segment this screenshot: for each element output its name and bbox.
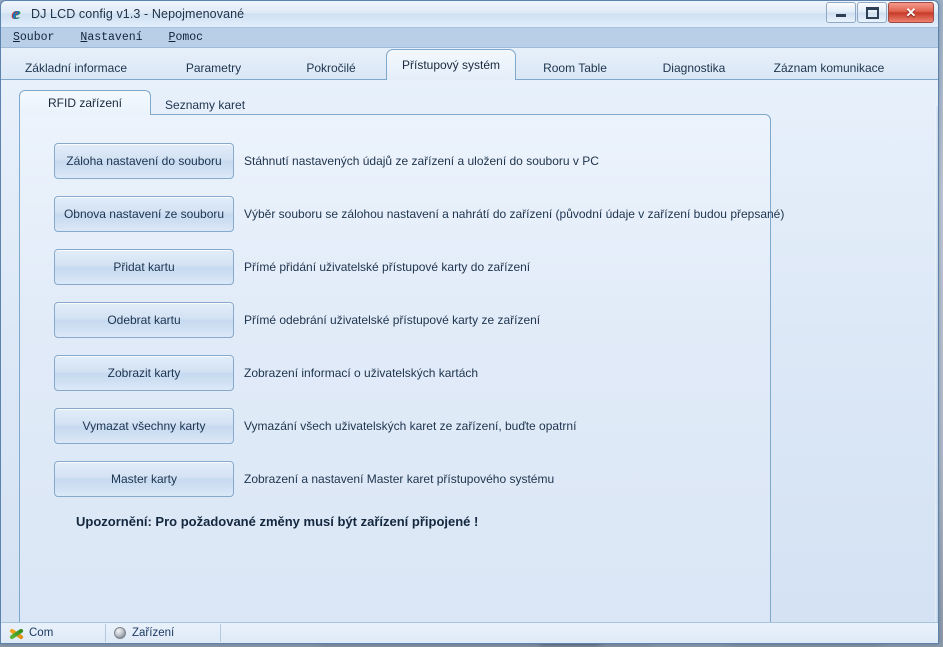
- menu-item-pomoc[interactable]: Pomoc: [169, 31, 204, 44]
- delete-all-cards-button[interactable]: Vymazat všechny karty: [54, 408, 234, 444]
- menu-bar: Soubor Nastavení Pomoc: [1, 28, 938, 48]
- remove-card-button[interactable]: Odebrat kartu: [54, 302, 234, 338]
- com-connector-icon: [9, 627, 23, 640]
- tab-pokrocile[interactable]: Pokročilé: [276, 56, 386, 80]
- close-button[interactable]: ✕: [888, 2, 934, 23]
- action-row-master-cards: Master karty Zobrazení a nastavení Maste…: [54, 461, 754, 497]
- action-row-remove-card: Odebrat kartu Přímé odebrání uživatelské…: [54, 302, 754, 338]
- tab-parametry[interactable]: Parametry: [151, 56, 276, 80]
- tab-rfid-zarizeni[interactable]: RFID zařízení: [19, 90, 152, 115]
- restore-settings-button[interactable]: Obnova nastavení ze souboru: [54, 196, 234, 232]
- tab-label: Parametry: [185, 61, 242, 75]
- menu-rest-soubor: oubor: [19, 31, 55, 44]
- button-label: Odebrat kartu: [107, 313, 181, 327]
- button-label: Vymazat všechny karty: [82, 419, 206, 433]
- tab-diagnostika[interactable]: Diagnostika: [634, 56, 754, 80]
- action-row-add-card: Přidat kartu Přímé přidání uživatelské p…: [54, 249, 754, 285]
- status-cell-com[interactable]: Com: [1, 624, 106, 642]
- backup-settings-button[interactable]: Záloha nastavení do souboru: [54, 143, 234, 179]
- tab-page-pristupovy-system: RFID zařízení Seznamy karet Záloha nasta…: [1, 80, 938, 622]
- show-cards-button[interactable]: Zobrazit karty: [54, 355, 234, 391]
- close-icon: ✕: [905, 5, 917, 20]
- status-cell-empty: [221, 624, 938, 642]
- tab-label: Přístupový systém: [401, 58, 501, 72]
- tab-label: Room Table: [543, 61, 607, 75]
- action-row-delete-all-cards: Vymazat všechny karty Vymazání všech uži…: [54, 408, 754, 444]
- action-row-backup: Záloha nastavení do souboru Stáhnutí nas…: [54, 143, 754, 179]
- secondary-tab-bar: RFID zařízení Seznamy karet: [19, 90, 771, 115]
- menu-accel-soubor: S: [13, 31, 20, 44]
- minimize-icon: [836, 9, 846, 17]
- application-window: e DJ LCD config v1.3 - Nepojmenované ✕ S…: [0, 0, 939, 644]
- action-row-restore: Obnova nastavení ze souboru Výběr soubor…: [54, 196, 784, 232]
- primary-tab-bar: Základní informace Parametry Pokročilé P…: [1, 48, 938, 80]
- tab-seznamy-karet[interactable]: Seznamy karet: [151, 95, 259, 115]
- button-label: Master karty: [110, 472, 177, 486]
- action-row-show-cards: Zobrazit karty Zobrazení informací o uži…: [54, 355, 754, 391]
- action-list: Záloha nastavení do souboru Stáhnutí nas…: [54, 143, 784, 529]
- menu-rest-nastaveni: astavení: [87, 31, 143, 44]
- window-controls: ✕: [826, 2, 934, 23]
- tab-pristupovy-system[interactable]: Přístupový systém: [386, 49, 516, 80]
- restore-settings-description: Výběr souboru se zálohou nastavení a nah…: [244, 207, 785, 221]
- connection-notice: Upozornění: Pro požadované změny musí bý…: [76, 514, 479, 529]
- status-cell-device[interactable]: Zařízení: [106, 624, 221, 642]
- minimize-button[interactable]: [826, 2, 856, 23]
- window-right-edge: [935, 106, 938, 622]
- window-title: DJ LCD config v1.3 - Nepojmenované: [31, 7, 245, 21]
- tab-label: Záznam komunikace: [773, 61, 885, 75]
- menu-item-nastaveni[interactable]: Nastavení: [80, 31, 142, 44]
- button-label: Obnova nastavení ze souboru: [63, 207, 225, 221]
- status-bar: Com Zařízení: [1, 622, 938, 643]
- backup-settings-description: Stáhnutí nastavených údajů ze zařízení a…: [244, 154, 599, 168]
- tab-room-table[interactable]: Room Table: [516, 56, 634, 80]
- rfid-device-panel: Záloha nastavení do souboru Stáhnutí nas…: [19, 114, 784, 622]
- add-card-description: Přímé přidání uživatelské přístupové kar…: [244, 260, 531, 274]
- tab-zakladni-informace[interactable]: Základní informace: [1, 56, 151, 80]
- button-label: Zobrazit karty: [107, 366, 181, 380]
- tab-label: Diagnostika: [662, 61, 726, 75]
- tab-label: Základní informace: [24, 61, 128, 75]
- master-cards-description: Zobrazení a nastavení Master karet příst…: [244, 472, 555, 486]
- delete-all-cards-description: Vymazání všech uživatelských karet ze za…: [244, 419, 577, 433]
- maximize-button[interactable]: [857, 2, 887, 23]
- master-cards-button[interactable]: Master karty: [54, 461, 234, 497]
- menu-rest-pomoc: omoc: [175, 31, 204, 44]
- tab-label: Pokročilé: [306, 61, 356, 75]
- button-label: Přidat kartu: [113, 260, 175, 274]
- maximize-icon: [865, 6, 879, 19]
- device-status-led-icon: [114, 627, 126, 639]
- menu-item-soubor[interactable]: Soubor: [13, 31, 54, 44]
- tab-label: Seznamy karet: [165, 98, 246, 112]
- button-label: Záloha nastavení do souboru: [66, 154, 222, 168]
- status-label-device: Zařízení: [132, 627, 175, 639]
- tab-zaznam-komunikace[interactable]: Záznam komunikace: [754, 56, 904, 80]
- remove-card-description: Přímé odebrání uživatelské přístupové ka…: [244, 313, 541, 327]
- add-card-button[interactable]: Přidat kartu: [54, 249, 234, 285]
- show-cards-description: Zobrazení informací o uživatelských kart…: [244, 366, 479, 380]
- tab-label: RFID zařízení: [48, 96, 123, 110]
- status-label-com: Com: [29, 627, 54, 639]
- title-bar: e DJ LCD config v1.3 - Nepojmenované ✕: [1, 1, 938, 28]
- ie-logo-icon: e: [12, 4, 20, 23]
